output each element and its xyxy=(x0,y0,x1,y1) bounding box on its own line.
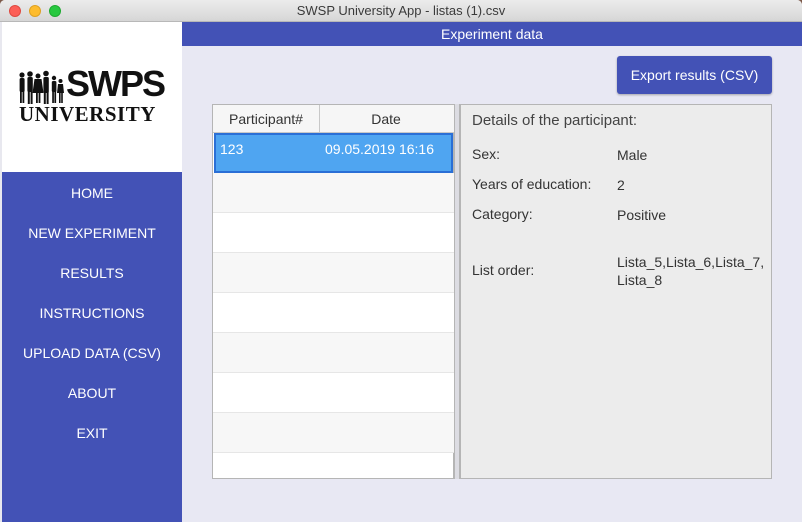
sidebar-item-exit[interactable]: EXIT xyxy=(2,412,182,452)
sidebar: SWPS UNIVERSITY HOME NEW EXPERIMENT RESU… xyxy=(2,22,182,522)
empty-table-row xyxy=(213,373,454,413)
export-results-button[interactable]: Export results (CSV) xyxy=(617,56,772,94)
cell-participant: 123 xyxy=(220,141,244,157)
empty-table-row xyxy=(213,293,454,333)
sidebar-item-home[interactable]: HOME xyxy=(2,172,182,212)
empty-table-row xyxy=(213,173,454,213)
participant-details-panel: Details of the participant: Sex: Male Ye… xyxy=(460,104,772,479)
cell-date: 09.05.2019 16:16 xyxy=(325,141,434,157)
logo-university-text: UNIVERSITY xyxy=(19,102,156,126)
table-body: 123 09.05.2019 16:16 xyxy=(213,133,454,453)
category-value: Positive xyxy=(617,207,667,223)
sidebar-item-new-experiment[interactable]: NEW EXPERIMENT xyxy=(2,212,182,252)
details-title: Details of the participant: xyxy=(472,112,638,129)
list-order-value: Lista_5,Lista_6,Lista_7,Lista_8 xyxy=(617,254,765,288)
empty-table-row xyxy=(213,213,454,253)
sidebar-item-about[interactable]: ABOUT xyxy=(2,372,182,412)
category-label: Category: xyxy=(472,206,533,222)
column-header-participant[interactable]: Participant# xyxy=(213,105,320,132)
column-header-date[interactable]: Date xyxy=(320,105,452,132)
title-bar: SWSP University App - listas (1).csv xyxy=(0,0,802,22)
window-title: SWSP University App - listas (1).csv xyxy=(296,3,506,18)
page-header: Experiment data xyxy=(182,22,802,46)
empty-table-row xyxy=(213,333,454,373)
minimize-window-icon[interactable] xyxy=(29,5,41,17)
sidebar-item-instructions[interactable]: INSTRUCTIONS xyxy=(2,292,182,332)
education-value: 2 xyxy=(617,177,625,193)
app-window: SWSP University App - listas (1).csv SWP… xyxy=(0,0,802,522)
participants-table: Participant# Date 123 09.05.2019 16:16 xyxy=(212,104,454,479)
sidebar-item-results[interactable]: RESULTS xyxy=(2,252,182,292)
people-silhouettes-icon xyxy=(19,70,64,104)
logo-swps-text: SWPS xyxy=(66,63,166,104)
table-row[interactable]: 123 09.05.2019 16:16 xyxy=(214,133,453,173)
page-title: Experiment data xyxy=(441,26,543,42)
empty-table-row xyxy=(213,413,454,453)
sidebar-item-upload-data[interactable]: UPLOAD DATA (CSV) xyxy=(2,332,182,372)
list-order-label: List order: xyxy=(472,262,535,278)
table-header: Participant# Date xyxy=(213,105,454,133)
main-content: Export results (CSV) Participant# Date 1… xyxy=(182,46,802,522)
university-logo: SWPS UNIVERSITY xyxy=(2,22,182,172)
education-label: Years of education: xyxy=(472,176,592,192)
empty-table-row xyxy=(213,253,454,293)
sex-value: Male xyxy=(617,147,648,163)
sex-label: Sex: xyxy=(472,146,501,162)
sidebar-nav: HOME NEW EXPERIMENT RESULTS INSTRUCTIONS… xyxy=(2,172,182,452)
close-window-icon[interactable] xyxy=(9,5,21,17)
maximize-window-icon[interactable] xyxy=(49,5,61,17)
